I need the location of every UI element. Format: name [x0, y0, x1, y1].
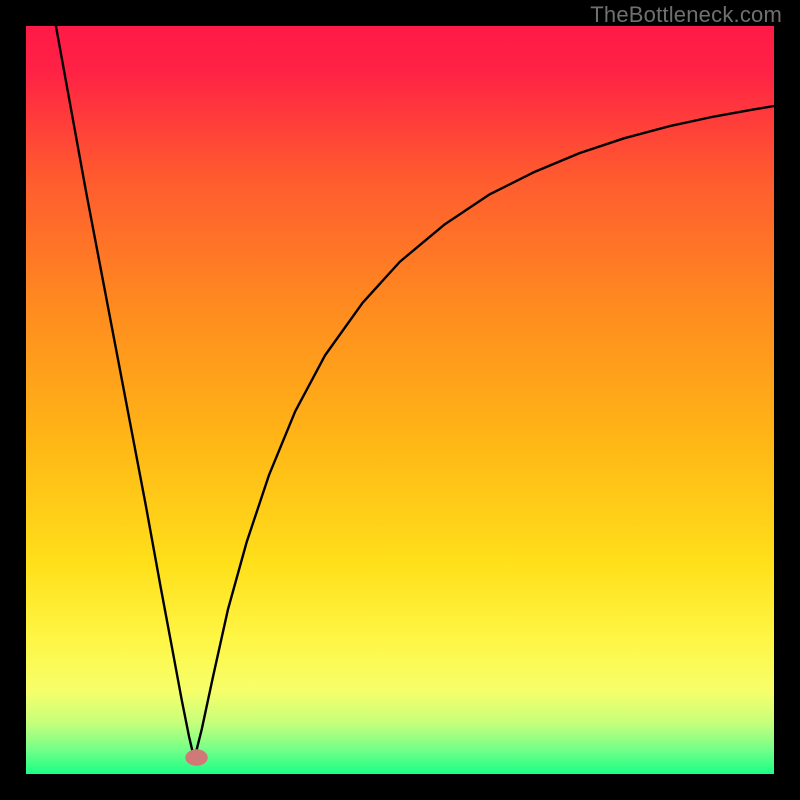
plot-area — [26, 26, 774, 774]
gradient-background — [26, 26, 774, 774]
chart-svg — [26, 26, 774, 774]
chart-frame: TheBottleneck.com — [0, 0, 800, 800]
minimum-marker — [185, 749, 207, 765]
watermark-text: TheBottleneck.com — [590, 2, 782, 28]
